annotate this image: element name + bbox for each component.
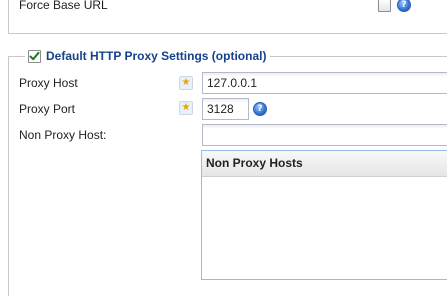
proxy-settings-legend: Default HTTP Proxy Settings (optional) bbox=[25, 47, 271, 65]
proxy-host-input[interactable]: 127.0.0.1 bbox=[202, 72, 447, 94]
non-proxy-host-input[interactable] bbox=[202, 124, 447, 146]
proxy-settings-title: Default HTTP Proxy Settings (optional) bbox=[46, 49, 267, 63]
proxy-port-input[interactable]: 3128 bbox=[202, 98, 249, 120]
force-base-url-help-icon[interactable] bbox=[397, 0, 411, 12]
proxy-port-required-star-icon: ★ bbox=[179, 101, 193, 115]
non-proxy-host-label: Non Proxy Host: bbox=[19, 128, 107, 142]
proxy-host-label: Proxy Host bbox=[19, 76, 78, 90]
proxy-settings-toggle-checkbox[interactable] bbox=[28, 49, 41, 63]
non-proxy-hosts-column-header[interactable]: Non Proxy Hosts bbox=[202, 151, 447, 177]
proxy-host-required-star-icon: ★ bbox=[179, 76, 193, 90]
force-base-url-checkbox[interactable] bbox=[378, 0, 391, 12]
proxy-port-help-icon[interactable] bbox=[253, 102, 267, 116]
proxy-port-label: Proxy Port bbox=[19, 102, 76, 116]
non-proxy-hosts-grid[interactable]: Non Proxy Hosts bbox=[201, 150, 447, 280]
force-base-url-label: Force Base URL bbox=[19, 0, 108, 12]
checkmark-icon bbox=[29, 51, 40, 60]
